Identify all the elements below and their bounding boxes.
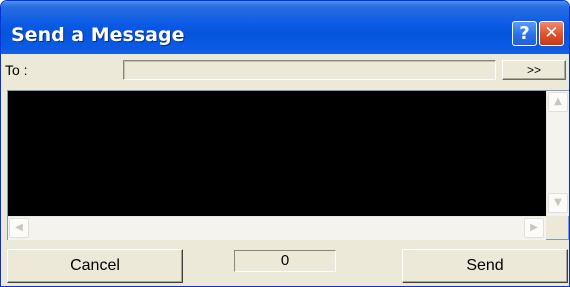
help-button[interactable]: ?	[512, 21, 537, 46]
cancel-button[interactable]: Cancel	[7, 249, 183, 283]
title-bar[interactable]: Send a Message ? ✕	[1, 1, 569, 54]
send-button[interactable]: Send	[402, 249, 568, 283]
to-label: To :	[5, 62, 28, 78]
scrollbar-corner	[546, 216, 568, 239]
scroll-left-arrow-icon[interactable]: ◀	[9, 218, 29, 238]
button-bar: Cancel 0 Send	[1, 245, 569, 286]
scroll-down-arrow-icon[interactable]: ▼	[548, 193, 568, 213]
window-title: Send a Message	[11, 24, 185, 46]
recipient-field[interactable]	[123, 60, 496, 80]
message-area: ▲ ▼ ◀ ▶	[7, 90, 569, 240]
close-icon: ✕	[544, 23, 559, 43]
character-count: 0	[234, 250, 336, 272]
message-input[interactable]	[8, 91, 546, 216]
question-mark-icon: ?	[519, 23, 530, 44]
recipient-row: To : >>	[1, 56, 569, 88]
scroll-right-arrow-icon[interactable]: ▶	[524, 218, 544, 238]
close-button[interactable]: ✕	[539, 21, 564, 46]
send-message-dialog: Send a Message ? ✕ To : >> ▲ ▼ ◀ ▶ Cance…	[0, 0, 570, 287]
scroll-up-arrow-icon[interactable]: ▲	[548, 92, 568, 112]
vertical-scrollbar[interactable]: ▲ ▼	[546, 91, 569, 216]
expand-recipients-button[interactable]: >>	[502, 60, 566, 80]
horizontal-scrollbar[interactable]: ◀ ▶	[8, 216, 546, 240]
